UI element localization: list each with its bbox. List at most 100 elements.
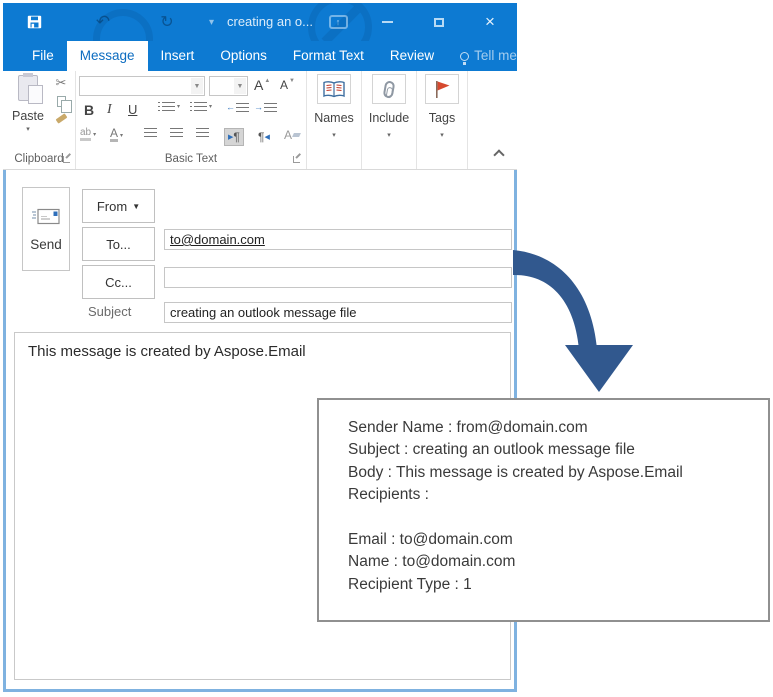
bullets-icon: [158, 102, 160, 111]
from-label: From: [96, 198, 128, 214]
numbering-lines: [194, 102, 207, 111]
undo-icon[interactable]: ↶: [91, 3, 115, 41]
ribbon: Paste ▾ ✂ Clipboard ▼ ▼ A ▲ A ▼ B I U ▾ …: [3, 71, 517, 170]
indent-lines: [264, 102, 277, 112]
collapse-ribbon-icon[interactable]: [493, 149, 505, 161]
bullets-button[interactable]: ▾: [158, 102, 180, 111]
names-group: Names ▾: [307, 71, 362, 169]
screenshot-stage: ↶ ↻ ▾ creating an o... ↑ × File Message …: [0, 0, 773, 697]
tags-group: Tags ▾: [417, 71, 468, 169]
cc-field[interactable]: [164, 267, 512, 288]
maximize-glyph: [434, 17, 444, 27]
send-envelope-icon: [32, 208, 60, 224]
window-title: creating an o...: [227, 14, 313, 29]
chevron-down-icon[interactable]: ▼: [234, 78, 246, 94]
tags-dropdown-icon[interactable]: ▾: [417, 131, 467, 139]
save-icon[interactable]: [23, 3, 45, 41]
output-line-body: Body : This message is created by Aspose…: [348, 463, 683, 481]
popout-glyph: ↑: [328, 15, 348, 29]
subject-label: Subject: [88, 304, 132, 319]
shrink-font-button[interactable]: A ▼: [280, 78, 295, 92]
align-right-icon: [196, 128, 209, 137]
clipboard-dialog-launcher-icon[interactable]: [63, 156, 70, 163]
copy-icon[interactable]: [56, 96, 72, 113]
include-button[interactable]: [372, 74, 406, 104]
increase-indent-button[interactable]: →: [254, 102, 277, 112]
right-arrow-icon: →: [254, 102, 263, 112]
text-highlight-button[interactable]: ab ▾: [80, 128, 96, 141]
basic-text-dialog-launcher-icon[interactable]: [293, 156, 300, 163]
tab-tell-me[interactable]: Tell me...: [447, 41, 541, 71]
font-size-combo[interactable]: ▼: [209, 76, 248, 96]
address-book-icon: [323, 80, 345, 97]
to-recipient[interactable]: to@domain.com: [170, 232, 265, 247]
eraser-icon: [292, 133, 301, 137]
message-body-text: This message is created by Aspose.Email: [28, 343, 306, 360]
rtl-paragraph-button[interactable]: ¶ ◀: [254, 128, 274, 146]
left-arrow-icon: ←: [226, 102, 235, 112]
underline-button[interactable]: U: [128, 102, 137, 117]
paste-button[interactable]: Paste ▾: [8, 73, 48, 147]
bullets-lines: [162, 102, 175, 111]
paste-dropdown-icon: ▾: [26, 126, 30, 133]
grow-font-button[interactable]: A ▲: [254, 77, 270, 93]
minimize-glyph: [381, 21, 393, 23]
font-color-button[interactable]: A ▾: [110, 127, 123, 142]
names-button[interactable]: [317, 74, 351, 104]
decrease-indent-button[interactable]: ←: [226, 102, 249, 112]
bold-button[interactable]: B: [84, 102, 94, 118]
chevron-down-icon[interactable]: ▼: [191, 78, 203, 94]
to-field[interactable]: to@domain.com: [164, 229, 512, 250]
tab-file[interactable]: File: [19, 41, 67, 71]
minimize-button[interactable]: [375, 3, 399, 41]
paste-icon: [18, 73, 43, 104]
left-arrow-icon: ◀: [264, 134, 270, 141]
italic-button[interactable]: I: [107, 102, 112, 118]
to-button[interactable]: To...: [82, 227, 155, 261]
tab-review[interactable]: Review: [377, 41, 447, 71]
send-button[interactable]: Send: [22, 187, 70, 271]
cut-icon[interactable]: ✂: [56, 75, 67, 91]
close-button[interactable]: ×: [477, 3, 503, 41]
tab-format-text[interactable]: Format Text: [280, 41, 377, 71]
numbering-button[interactable]: ▾: [190, 102, 212, 111]
lightbulb-icon: [460, 51, 470, 65]
tab-message[interactable]: Message: [66, 41, 148, 71]
quick-access-toolbar-more-icon[interactable]: ▾: [205, 3, 219, 41]
cc-button[interactable]: Cc...: [82, 265, 155, 299]
align-center-button[interactable]: [170, 128, 183, 137]
tab-insert[interactable]: Insert: [148, 41, 208, 71]
font-name-combo[interactable]: ▼: [79, 76, 205, 96]
format-painter-icon[interactable]: [55, 113, 67, 124]
from-button[interactable]: From ▼: [82, 189, 155, 223]
flag-icon: [436, 80, 450, 98]
include-group: Include ▾: [362, 71, 417, 169]
redo-icon[interactable]: ↻: [155, 3, 179, 41]
subject-field[interactable]: creating an outlook message file: [164, 302, 512, 323]
output-line-recipient-type: Recipient Type : 1: [348, 575, 472, 593]
console-output-box: Sender Name : from@domain.com Subject : …: [317, 398, 770, 622]
paperclip-icon: [382, 79, 396, 99]
tab-options[interactable]: Options: [207, 41, 280, 71]
include-dropdown-icon[interactable]: ▾: [362, 131, 416, 139]
align-left-icon: [144, 128, 157, 137]
basic-text-group-label: Basic Text: [164, 153, 218, 165]
popout-icon[interactable]: ↑: [326, 3, 350, 41]
align-center-icon: [170, 128, 183, 137]
output-line-email: Email : to@domain.com: [348, 531, 513, 549]
maximize-button[interactable]: [427, 3, 451, 41]
tell-me-label: Tell me...: [474, 48, 529, 63]
ltr-paragraph-button[interactable]: ▶ ¶: [224, 128, 244, 146]
names-dropdown-icon[interactable]: ▾: [307, 131, 361, 139]
paste-label: Paste: [12, 109, 44, 123]
align-left-button[interactable]: [144, 128, 157, 137]
chevron-down-icon: ▼: [132, 201, 141, 211]
tags-label: Tags: [428, 111, 456, 125]
numbering-icon: [190, 102, 192, 111]
clear-formatting-button[interactable]: A: [284, 128, 301, 142]
align-right-button[interactable]: [196, 128, 209, 137]
highlight-icon: ab: [80, 128, 92, 141]
clipboard-group: Paste ▾ ✂ Clipboard: [3, 71, 76, 169]
tags-button[interactable]: [425, 74, 459, 104]
output-line-recipients: Recipients :: [348, 486, 429, 504]
